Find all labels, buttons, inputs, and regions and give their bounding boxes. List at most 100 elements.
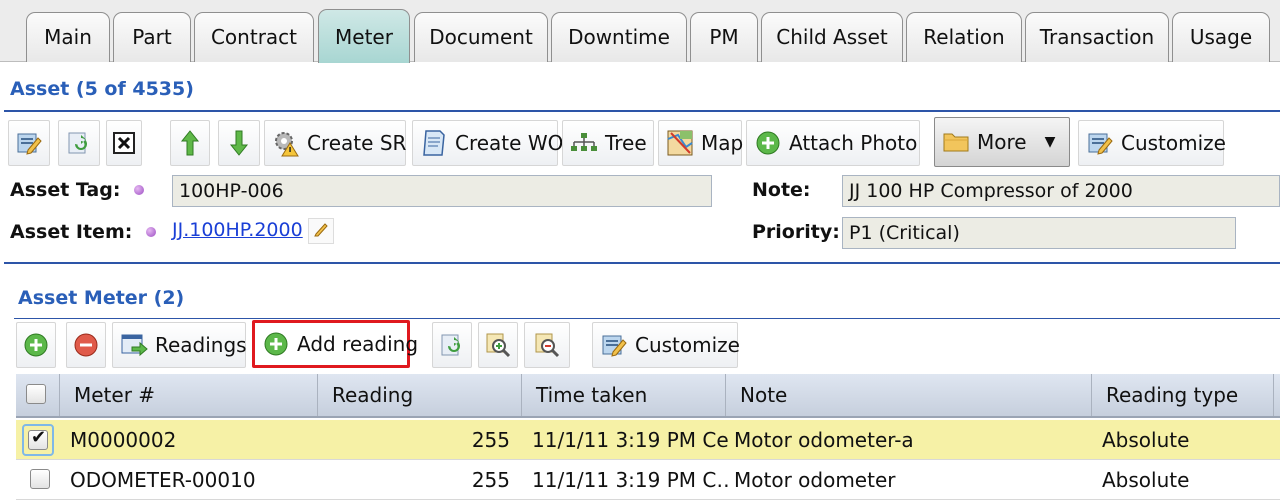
meter-toolbar: Readings Add reading Customize xyxy=(16,320,1280,368)
customize-button[interactable]: Customize xyxy=(1078,120,1226,166)
asset-tag-label: Asset Tag: xyxy=(10,179,121,201)
add-reading-label: Add reading xyxy=(297,332,419,356)
tab-main[interactable]: Main xyxy=(26,12,110,62)
asset-tag-field[interactable]: 100HP-006 xyxy=(172,175,712,207)
refresh-meter-button[interactable] xyxy=(432,322,472,368)
map-icon xyxy=(665,128,695,158)
cell-reading-type: Absolute xyxy=(1102,468,1190,492)
tab-document[interactable]: Document xyxy=(414,12,548,62)
asset-section-title: Asset (5 of 4535) xyxy=(10,78,194,100)
column-header-reading[interactable]: Reading xyxy=(318,374,522,416)
create-sr-button[interactable]: Create SR xyxy=(264,120,406,166)
zoom-in-button[interactable] xyxy=(478,322,518,368)
edit-button[interactable] xyxy=(8,120,50,166)
customize-icon xyxy=(1085,128,1115,158)
close-icon xyxy=(109,128,139,158)
document-icon xyxy=(419,128,449,158)
select-all-checkbox[interactable] xyxy=(26,384,46,404)
column-header-reading-type[interactable]: Reading type xyxy=(1092,374,1274,416)
meter-customize-button[interactable]: Customize xyxy=(592,322,740,368)
row-checkbox[interactable] xyxy=(28,427,48,450)
move-up-button[interactable] xyxy=(170,120,210,166)
gear-warning-icon xyxy=(271,128,301,158)
zoom-out-icon xyxy=(532,330,562,360)
select-all-column xyxy=(16,374,60,416)
column-header-note[interactable]: Note xyxy=(726,374,1092,416)
readings-button[interactable]: Readings xyxy=(112,322,247,368)
readings-label: Readings xyxy=(155,333,247,357)
add-reading-button[interactable]: Add reading xyxy=(252,320,418,368)
cell-reading: 255 xyxy=(471,428,510,452)
tab-relation[interactable]: Relation xyxy=(906,12,1022,62)
cell-reading-type: Absolute xyxy=(1102,428,1190,452)
map-button[interactable]: Map xyxy=(658,120,743,166)
tab-child-asset[interactable]: Child Asset xyxy=(761,12,903,62)
asset-title-divider xyxy=(4,110,1280,112)
tab-bar: Main Part Contract Meter Document Downti… xyxy=(0,0,1280,63)
create-wo-label: Create WO xyxy=(455,131,564,155)
tab-meter[interactable]: Meter xyxy=(318,9,410,63)
add-circle-icon xyxy=(753,128,783,158)
asset-item-label: Asset Item: xyxy=(10,221,133,243)
asset-meter-title: Asset Meter (2) xyxy=(18,287,185,309)
zoom-out-button[interactable] xyxy=(524,322,570,368)
edit-icon xyxy=(14,128,44,158)
row-checkbox-focus xyxy=(22,424,54,456)
attach-photo-button[interactable]: Attach Photo xyxy=(746,120,920,166)
tab-contract[interactable]: Contract xyxy=(194,12,314,62)
arrow-down-icon xyxy=(224,128,254,158)
cell-meter: M0000002 xyxy=(70,428,177,452)
cell-reading: 255 xyxy=(471,468,510,492)
asset-item-link[interactable]: JJ.100HP.2000 xyxy=(172,219,303,241)
tab-transaction[interactable]: Transaction xyxy=(1025,12,1169,62)
tab-downtime[interactable]: Downtime xyxy=(551,12,687,62)
more-label: More xyxy=(977,130,1027,154)
meter-customize-label: Customize xyxy=(635,333,740,357)
column-header-meter[interactable]: Meter # xyxy=(60,374,318,416)
add-meter-button[interactable] xyxy=(16,322,56,368)
priority-label: Priority: xyxy=(752,221,840,243)
attach-photo-label: Attach Photo xyxy=(789,131,918,155)
priority-field[interactable]: P1 (Critical) xyxy=(842,217,1236,249)
zoom-in-icon xyxy=(483,330,513,360)
required-indicator-icon xyxy=(134,185,144,195)
note-label: Note: xyxy=(752,179,811,201)
customize-label: Customize xyxy=(1121,131,1226,155)
tab-usage[interactable]: Usage xyxy=(1172,12,1270,62)
tree-button[interactable]: Tree xyxy=(562,120,654,166)
cell-meter: ODOMETER-00010 xyxy=(70,468,256,492)
pencil-icon xyxy=(313,221,329,241)
required-indicator-icon xyxy=(146,227,156,237)
meter-title-divider xyxy=(14,318,1280,319)
remove-meter-button[interactable] xyxy=(66,322,106,368)
arrow-up-icon xyxy=(175,128,205,158)
tab-pm[interactable]: PM xyxy=(690,12,758,62)
asset-toolbar: Create SR Create WO Tree Map Attach Phot… xyxy=(8,117,1280,167)
cell-time-taken: 11/1/11 3:19 PM C… xyxy=(532,468,730,492)
refresh-icon xyxy=(437,330,467,360)
table-row[interactable]: M0000002 255 11/1/11 3:19 PM Cent Motor … xyxy=(16,420,1280,460)
row-checkbox[interactable] xyxy=(30,469,50,489)
column-header-time-taken[interactable]: Time taken xyxy=(522,374,726,416)
create-wo-button[interactable]: Create WO xyxy=(412,120,563,166)
folder-icon xyxy=(941,127,971,157)
cell-note: Motor odometer xyxy=(734,468,896,492)
customize-icon xyxy=(599,330,629,360)
caret-down-icon: ▼ xyxy=(1044,134,1056,150)
note-field[interactable]: JJ 100 HP Compressor of 2000 xyxy=(842,175,1280,207)
close-button[interactable] xyxy=(106,120,142,166)
move-down-button[interactable] xyxy=(218,120,260,166)
tab-part[interactable]: Part xyxy=(113,12,191,62)
cell-time-taken: 11/1/11 3:19 PM Cent xyxy=(532,428,730,452)
refresh-button[interactable] xyxy=(58,120,100,166)
export-icon xyxy=(119,330,149,360)
create-sr-label: Create SR xyxy=(307,131,407,155)
more-dropdown-button[interactable]: More ▼ xyxy=(934,117,1070,167)
table-row[interactable]: ODOMETER-00010 255 11/1/11 3:19 PM C… Mo… xyxy=(16,460,1280,500)
pencil-edit-button[interactable] xyxy=(308,218,334,244)
refresh-icon xyxy=(64,128,94,158)
remove-circle-icon xyxy=(71,330,101,360)
add-circle-icon xyxy=(21,330,51,360)
section-divider xyxy=(4,262,1280,264)
tree-label: Tree xyxy=(605,131,647,155)
